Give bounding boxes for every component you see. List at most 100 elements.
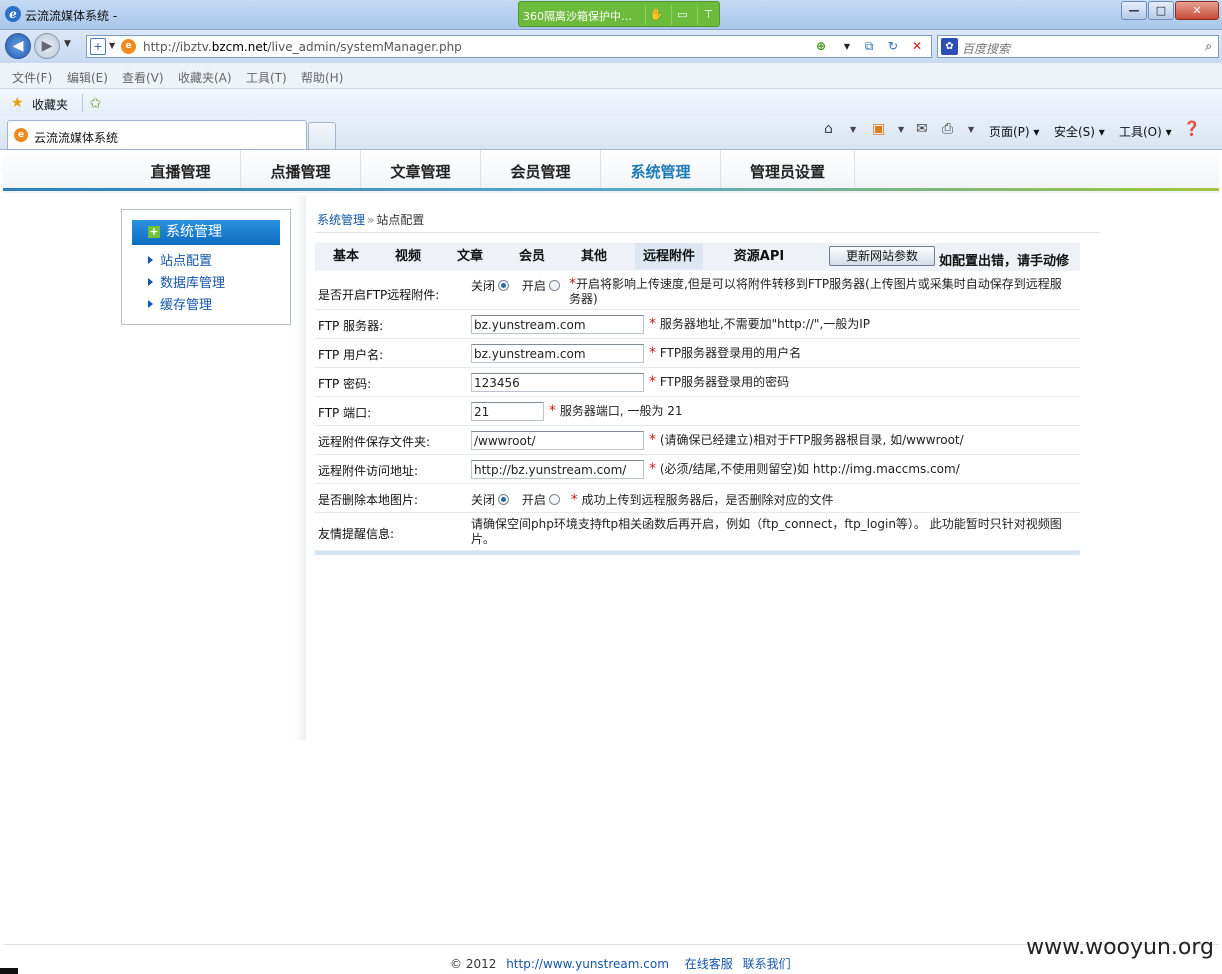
favorites-button[interactable]: 收藏夹	[32, 96, 68, 113]
menu-tools[interactable]: 工具(T)	[246, 69, 287, 86]
search-input[interactable]: ✿ 百度搜索 ⌕	[937, 35, 1219, 58]
tab-resource-api[interactable]: 资源API	[723, 243, 795, 271]
history-dropdown-icon[interactable]: ▼	[64, 39, 71, 49]
nav-admin[interactable]: 管理员设置	[721, 150, 855, 188]
form-row-ftp-pass: FTP 密码: * FTP服务器登录用的密码	[315, 368, 1080, 397]
browser-tab[interactable]: e 云流流媒体系统	[7, 120, 307, 149]
tab-video[interactable]: 视频	[377, 243, 439, 271]
compat-icon[interactable]: ⊕	[811, 38, 831, 55]
form-row-ftp-user: FTP 用户名: * FTP服务器登录用的用户名	[315, 339, 1080, 368]
nav-article[interactable]: 文章管理	[361, 150, 481, 188]
sandbox-indicator[interactable]: 360隔离沙箱保护中… ✋ ▭ ⊤	[518, 1, 720, 27]
ftp-pass-label: FTP 密码:	[318, 377, 372, 391]
tab-member[interactable]: 会员	[501, 243, 563, 271]
menu-bar: 文件(F) 编辑(E) 查看(V) 收藏夹(A) 工具(T) 帮助(H)	[0, 63, 1222, 89]
print-dropdown-icon[interactable]: ▼	[968, 125, 974, 134]
ftp-pass-input[interactable]	[471, 373, 644, 392]
new-tab-button[interactable]	[308, 122, 336, 149]
notice-label: 友情提醒信息:	[318, 527, 395, 541]
page-menu[interactable]: 页面(P) ▾	[989, 123, 1039, 140]
required-star: *	[649, 345, 656, 361]
forward-button[interactable]: ▶	[34, 33, 60, 59]
form-row-remote-dir: 远程附件保存文件夹: * (请确保已经建立)相对于FTP服务器根目录, 如/ww…	[315, 426, 1080, 455]
footer-site-link[interactable]: http://www.yunstream.com	[506, 957, 669, 971]
ftp-user-input[interactable]	[471, 344, 644, 363]
minimize-button[interactable]: —	[1121, 1, 1147, 20]
ftp-enable-off-radio[interactable]	[498, 280, 510, 291]
back-button[interactable]: ◀	[5, 33, 31, 59]
nav-vod[interactable]: 点播管理	[241, 150, 361, 188]
sidebar-item-cache[interactable]: 缓存管理	[148, 294, 212, 313]
delete-local-off-radio[interactable]	[498, 494, 510, 505]
footer-service-link[interactable]: 在线客服	[685, 957, 733, 971]
required-star: *	[569, 276, 576, 292]
delete-local-on-radio[interactable]	[548, 494, 560, 505]
menu-favorites[interactable]: 收藏夹(A)	[178, 69, 232, 86]
arrow-right-icon	[148, 300, 153, 308]
required-star: *	[549, 403, 556, 419]
nav-live[interactable]: 直播管理	[121, 150, 241, 188]
sandbox-pin-icon[interactable]: ⊤	[697, 5, 719, 25]
print-icon[interactable]: ⎙	[942, 121, 953, 137]
security-shield-icon[interactable]: +	[90, 38, 106, 55]
breadcrumb: 系统管理» 站点配置	[317, 213, 425, 227]
divider	[82, 94, 83, 112]
nav-system[interactable]: 系统管理	[601, 150, 721, 188]
ftp-server-label: FTP 服务器:	[318, 319, 384, 333]
favorites-star-icon[interactable]: ★	[11, 95, 24, 111]
breadcrumb-root[interactable]: 系统管理	[317, 213, 365, 227]
remote-dir-input[interactable]	[471, 431, 644, 450]
remote-url-input[interactable]	[471, 460, 644, 479]
sidebar-header[interactable]: + 系统管理	[132, 220, 280, 245]
corner-mark	[0, 968, 18, 974]
window-titlebar: e 云流流媒体系统 - 360隔离沙箱保护中… ✋ ▭ ⊤ — □ ✕	[0, 0, 1222, 30]
tab-other[interactable]: 其他	[563, 243, 625, 271]
stop-icon[interactable]: ✕	[907, 38, 927, 55]
add-favorite-icon[interactable]: ✩	[89, 94, 102, 112]
tab-basic[interactable]: 基本	[315, 243, 377, 271]
top-navigation: 直播管理 点播管理 文章管理 会员管理 系统管理 管理员设置	[3, 150, 1219, 193]
menu-help[interactable]: 帮助(H)	[301, 69, 343, 86]
tools-menu[interactable]: 工具(O) ▾	[1119, 123, 1172, 140]
menu-file[interactable]: 文件(F)	[12, 69, 52, 86]
shield-dropdown-icon[interactable]: ▼	[109, 41, 115, 50]
sidebar-item-database[interactable]: 数据库管理	[148, 272, 225, 291]
mail-icon[interactable]: ✉	[916, 121, 928, 137]
safety-menu[interactable]: 安全(S) ▾	[1054, 123, 1105, 140]
help-icon[interactable]: ❓	[1183, 121, 1200, 137]
tab-remote-attachment[interactable]: 远程附件	[635, 243, 703, 271]
url-text: http://ibztv.bzcm.net/live_admin/systemM…	[143, 40, 462, 54]
close-window-button[interactable]: ✕	[1175, 1, 1219, 20]
sandbox-hand-icon[interactable]: ✋	[645, 5, 667, 25]
form-row-ftp-port: FTP 端口: * 服务器端口, 一般为 21	[315, 397, 1080, 426]
update-note: 如配置出错，请手动修	[939, 254, 1070, 269]
sandbox-text: 360隔离沙箱保护中…	[523, 10, 632, 23]
update-site-params-button[interactable]: 更新网站参数	[829, 246, 935, 266]
compat-view-icon[interactable]: ⧉	[859, 38, 879, 55]
ftp-server-input[interactable]	[471, 315, 644, 334]
ftp-port-label: FTP 端口:	[318, 406, 372, 420]
ftp-port-hint: 服务器端口, 一般为 21	[559, 404, 683, 418]
nav-member[interactable]: 会员管理	[481, 150, 601, 188]
ftp-enable-label: 是否开启FTP远程附件:	[318, 288, 440, 302]
refresh-icon[interactable]: ↻	[883, 38, 903, 55]
tab-article[interactable]: 文章	[439, 243, 501, 271]
menu-view[interactable]: 查看(V)	[122, 69, 164, 86]
sandbox-folder-icon[interactable]: ▭	[671, 5, 693, 25]
maximize-button[interactable]: □	[1148, 1, 1174, 20]
sidebar-item-site-config[interactable]: 站点配置	[148, 250, 212, 269]
remote-dir-label: 远程附件保存文件夹:	[318, 435, 431, 449]
home-icon[interactable]: ⌂	[824, 121, 833, 137]
required-star: *	[570, 492, 578, 508]
ftp-enable-on-radio[interactable]	[548, 280, 560, 291]
address-input[interactable]: + ▼ e http://ibztv.bzcm.net/live_admin/s…	[86, 35, 932, 58]
footer-contact-link[interactable]: 联系我们	[743, 957, 791, 971]
ftp-port-input[interactable]	[471, 402, 544, 421]
url-dropdown-icon[interactable]: ▼	[837, 38, 857, 55]
home-dropdown-icon[interactable]: ▼	[850, 125, 856, 134]
form-row-delete-local: 是否删除本地图片: 关闭 开启 * 成功上传到远程服务器后，是否删除对应的文件	[315, 484, 1080, 513]
search-icon[interactable]: ⌕	[1205, 39, 1212, 54]
rss-icon[interactable]: ▣	[872, 121, 885, 137]
rss-dropdown-icon[interactable]: ▼	[898, 125, 904, 134]
menu-edit[interactable]: 编辑(E)	[67, 69, 108, 86]
